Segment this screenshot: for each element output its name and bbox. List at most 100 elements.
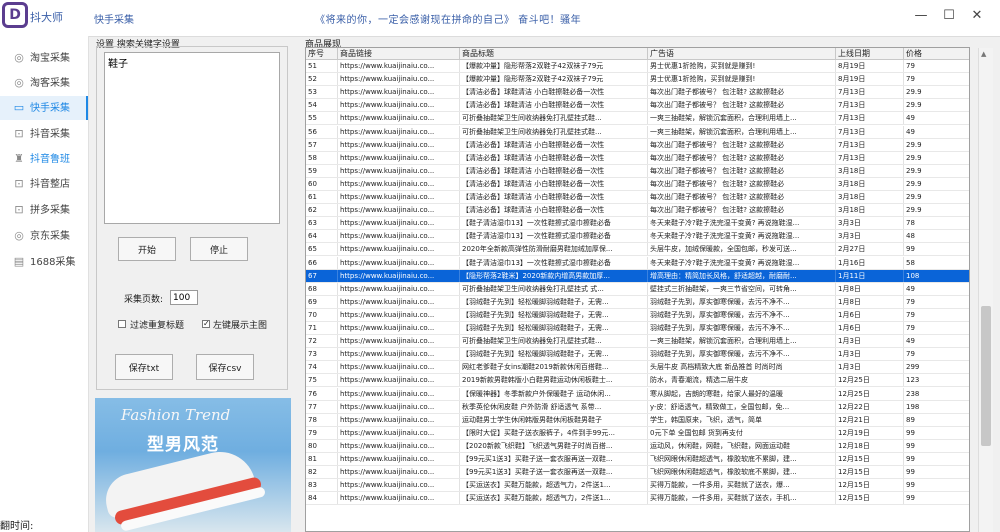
sidebar-item-7[interactable]: ◎ 京东采集 xyxy=(0,224,88,248)
table-row[interactable]: 70 https://www.kuaijinaiu.co... 【羽绒鞋子先到】轻松… xyxy=(306,308,969,322)
column-header[interactable]: 广告语 xyxy=(648,48,836,60)
table-row[interactable]: 52 https://www.kuaijinaiu.co... 【爆款冲量】隐形帮落… xyxy=(306,73,969,87)
cell-title: 【限时大促】买鞋子送衣服裤子，4件到手99元... xyxy=(460,426,648,439)
table-row[interactable]: 72 https://www.kuaijinaiu.co... 可折叠抽鞋架卫生间收… xyxy=(306,335,969,349)
table-row[interactable]: 51 https://www.kuaijinaiu.co... 【爆款冲量】隐形帮落… xyxy=(306,60,969,73)
cell-title: 网红老爹鞋子女ins潮鞋2019新款休闲百搭鞋... xyxy=(460,361,648,374)
table-row[interactable]: 59 https://www.kuaijinaiu.co... 【清洁必备】球鞋清洁… xyxy=(306,164,969,178)
table-row[interactable]: 64 https://www.kuaijinaiu.co... 【鞋子清洁湿巾13】… xyxy=(306,230,969,244)
cell-ad: 一爽三抽鞋架，解锁沉套面积，合理利用墙上... xyxy=(648,112,836,125)
cell-price: 108 xyxy=(904,270,969,282)
sidebar-item-5[interactable]: ⊡ 抖音整店 xyxy=(0,172,88,196)
table-row[interactable]: 81 https://www.kuaijinaiu.co... 【99元买1送3】买… xyxy=(306,453,969,466)
scroll-thumb[interactable] xyxy=(981,306,991,446)
save-txt-button[interactable]: 保存txt xyxy=(115,354,173,380)
sidebar-item-6[interactable]: ⊡ 拼多采集 xyxy=(0,198,88,222)
cell-title: 【鞋子清洁湿巾13】一次性鞋擦式湿巾擦鞋必备 xyxy=(460,230,648,243)
table-row[interactable]: 77 https://www.kuaijinaiu.co... 秋季英伦休闲皮鞋 户… xyxy=(306,400,969,414)
sidebar-item-8[interactable]: ▤ 1688采集 xyxy=(0,250,88,274)
save-csv-button[interactable]: 保存csv xyxy=(196,354,254,380)
cell-ad: 男士优惠1折抢购，买到就是赚到! xyxy=(648,60,836,72)
cell-price: 79 xyxy=(904,60,969,72)
table-row[interactable]: 75 https://www.kuaijinaiu.co... 2019新款男鞋韩版… xyxy=(306,374,969,388)
cell-index: 63 xyxy=(306,217,338,230)
cell-title: 【清洁必备】球鞋清洁 小白鞋擦鞋必备一次性 xyxy=(460,99,648,112)
stop-button[interactable]: 停止 xyxy=(190,237,248,261)
cell-price: 89 xyxy=(904,414,969,426)
table-row[interactable]: 73 https://www.kuaijinaiu.co... 【羽绒鞋子先到】轻松… xyxy=(306,348,969,362)
promo-banner[interactable]: Fashion Trend 型男风范 xyxy=(95,398,291,532)
column-header[interactable]: 商品链接 xyxy=(338,48,460,60)
table-row[interactable]: 69 https://www.kuaijinaiu.co... 【羽绒鞋子先到】轻松… xyxy=(306,295,969,309)
table-row[interactable]: 58 https://www.kuaijinaiu.co... 【清洁必备】球鞋清洁… xyxy=(306,151,969,165)
filter-duplicate-checkbox[interactable] xyxy=(118,320,126,328)
cell-price: 79 xyxy=(904,348,969,360)
table-row[interactable]: 79 https://www.kuaijinaiu.co... 【限时大促】买鞋子送… xyxy=(306,426,969,440)
table-row[interactable]: 78 https://www.kuaijinaiu.co... 运动鞋男士学生休闲韩… xyxy=(306,413,969,427)
table-scrollbar[interactable]: ▲ xyxy=(978,48,993,532)
cell-date: 3月18日 xyxy=(836,204,904,217)
cell-index: 62 xyxy=(306,204,338,217)
products-table[interactable]: 序号 商品链接 商品标题 广告语 上线日期 价格 51 https://www.kuaijin… xyxy=(305,47,970,532)
table-row[interactable]: 67 https://www.kuaijinaiu.co... 【隐形帮落2鞋米】2… xyxy=(306,269,969,283)
table-row[interactable]: 63 https://www.kuaijinaiu.co... 【鞋子清洁湿巾13】… xyxy=(306,217,969,231)
cell-link: https://www.kuaijinaiu.co... xyxy=(338,453,460,465)
table-row[interactable]: 76 https://www.kuaijinaiu.co... 【保暖神器】冬季新款… xyxy=(306,387,969,401)
cell-index: 55 xyxy=(306,112,338,125)
shield-icon: ◎ xyxy=(14,229,24,242)
sidebar-item-4[interactable]: ♜ 抖音鲁班 xyxy=(0,147,88,171)
pages-input[interactable] xyxy=(170,290,198,305)
table-row[interactable]: 60 https://www.kuaijinaiu.co... 【清洁必备】球鞋清洁… xyxy=(306,177,969,191)
maximize-button[interactable]: ☐ xyxy=(936,6,962,26)
cell-date: 1月3日 xyxy=(836,361,904,374)
table-row[interactable]: 53 https://www.kuaijinaiu.co... 【清洁必备】球鞋清洁… xyxy=(306,86,969,100)
table-row[interactable]: 80 https://www.kuaijinaiu.co... 【2020新款飞织鞋… xyxy=(306,439,969,453)
table-row[interactable]: 65 https://www.kuaijinaiu.co... 2020年全新款高弹… xyxy=(306,243,969,257)
column-header[interactable]: 价格 xyxy=(904,48,969,60)
table-row[interactable]: 84 https://www.kuaijinaiu.co... 【买运送衣】买鞋万能… xyxy=(306,492,969,506)
cell-price: 99 xyxy=(904,243,969,255)
close-button[interactable]: ✕ xyxy=(964,6,990,26)
minimize-button[interactable]: — xyxy=(908,6,934,26)
cell-index: 75 xyxy=(306,374,338,387)
table-row[interactable]: 56 https://www.kuaijinaiu.co... 可折叠抽鞋架卫生间收… xyxy=(306,125,969,139)
table-row[interactable]: 82 https://www.kuaijinaiu.co... 【99元买1送3】买… xyxy=(306,466,969,480)
cell-date: 7月13日 xyxy=(836,112,904,125)
cell-title: 可折叠抽鞋架卫生间收纳器免打孔壁挂式鞋... xyxy=(460,335,648,348)
table-row[interactable]: 57 https://www.kuaijinaiu.co... 【清洁必备】球鞋清洁… xyxy=(306,138,969,152)
table-row[interactable]: 68 https://www.kuaijinaiu.co... 可折叠抽鞋架卫生间收… xyxy=(306,282,969,296)
cell-link: https://www.kuaijinaiu.co... xyxy=(338,243,460,256)
table-row[interactable]: 74 https://www.kuaijinaiu.co... 网红老爹鞋子女ins… xyxy=(306,361,969,375)
cell-ad: 头层牛皮 高档精致大底 新品推首 时尚时尚 xyxy=(648,361,836,374)
sidebar-item-0[interactable]: ◎ 淘宝采集 xyxy=(0,46,88,70)
cell-date: 12月19日 xyxy=(836,426,904,439)
column-header[interactable]: 序号 xyxy=(306,48,338,60)
table-row[interactable]: 54 https://www.kuaijinaiu.co... 【清洁必备】球鞋清洁… xyxy=(306,99,969,113)
cell-ad: 防水，青春潮流，精选二层牛皮 xyxy=(648,374,836,387)
table-row[interactable]: 66 https://www.kuaijinaiu.co... 【鞋子清洁湿巾13】… xyxy=(306,256,969,270)
cell-index: 60 xyxy=(306,177,338,190)
start-button[interactable]: 开始 xyxy=(118,237,176,261)
sidebar-item-1[interactable]: ◎ 淘客采集 xyxy=(0,71,88,95)
cell-date: 1月3日 xyxy=(836,348,904,361)
table-row[interactable]: 62 https://www.kuaijinaiu.co... 【清洁必备】球鞋清洁… xyxy=(306,204,969,218)
column-header[interactable]: 上线日期 xyxy=(836,48,904,60)
table-row[interactable]: 55 https://www.kuaijinaiu.co... 可折叠抽鞋架卫生间收… xyxy=(306,112,969,126)
cell-date: 7月13日 xyxy=(836,138,904,151)
filter-duplicate-label: 过滤重复标题 xyxy=(130,321,185,331)
cell-ad: 买得万能款，一件多用，买鞋就了送衣，手机... xyxy=(648,492,836,505)
scroll-up-icon[interactable]: ▲ xyxy=(981,50,986,58)
table-row[interactable]: 61 https://www.kuaijinaiu.co... 【清洁必备】球鞋清洁… xyxy=(306,191,969,204)
box-icon: ▤ xyxy=(13,255,25,268)
table-row[interactable]: 71 https://www.kuaijinaiu.co... 【羽绒鞋子先到】轻松… xyxy=(306,322,969,335)
sidebar-item-3[interactable]: ⊡ 抖音采集 xyxy=(0,122,88,146)
show-main-image-checkbox[interactable]: ✓ xyxy=(202,320,210,328)
cell-price: 299 xyxy=(904,361,969,373)
cell-date: 12月25日 xyxy=(836,387,904,400)
cell-title: 2020年全新款高弹性防滑耐磨男鞋加绒加厚保... xyxy=(460,243,648,256)
sidebar-item-2[interactable]: ▭ 快手采集 xyxy=(0,96,88,120)
cell-ad: 头层牛皮，加绒保暖款，全国包邮，秒发可送... xyxy=(648,243,836,256)
column-header[interactable]: 商品标题 xyxy=(460,48,648,60)
table-row[interactable]: 83 https://www.kuaijinaiu.co... 【买运送衣】买鞋万能… xyxy=(306,479,969,493)
keyword-input[interactable] xyxy=(104,52,280,224)
